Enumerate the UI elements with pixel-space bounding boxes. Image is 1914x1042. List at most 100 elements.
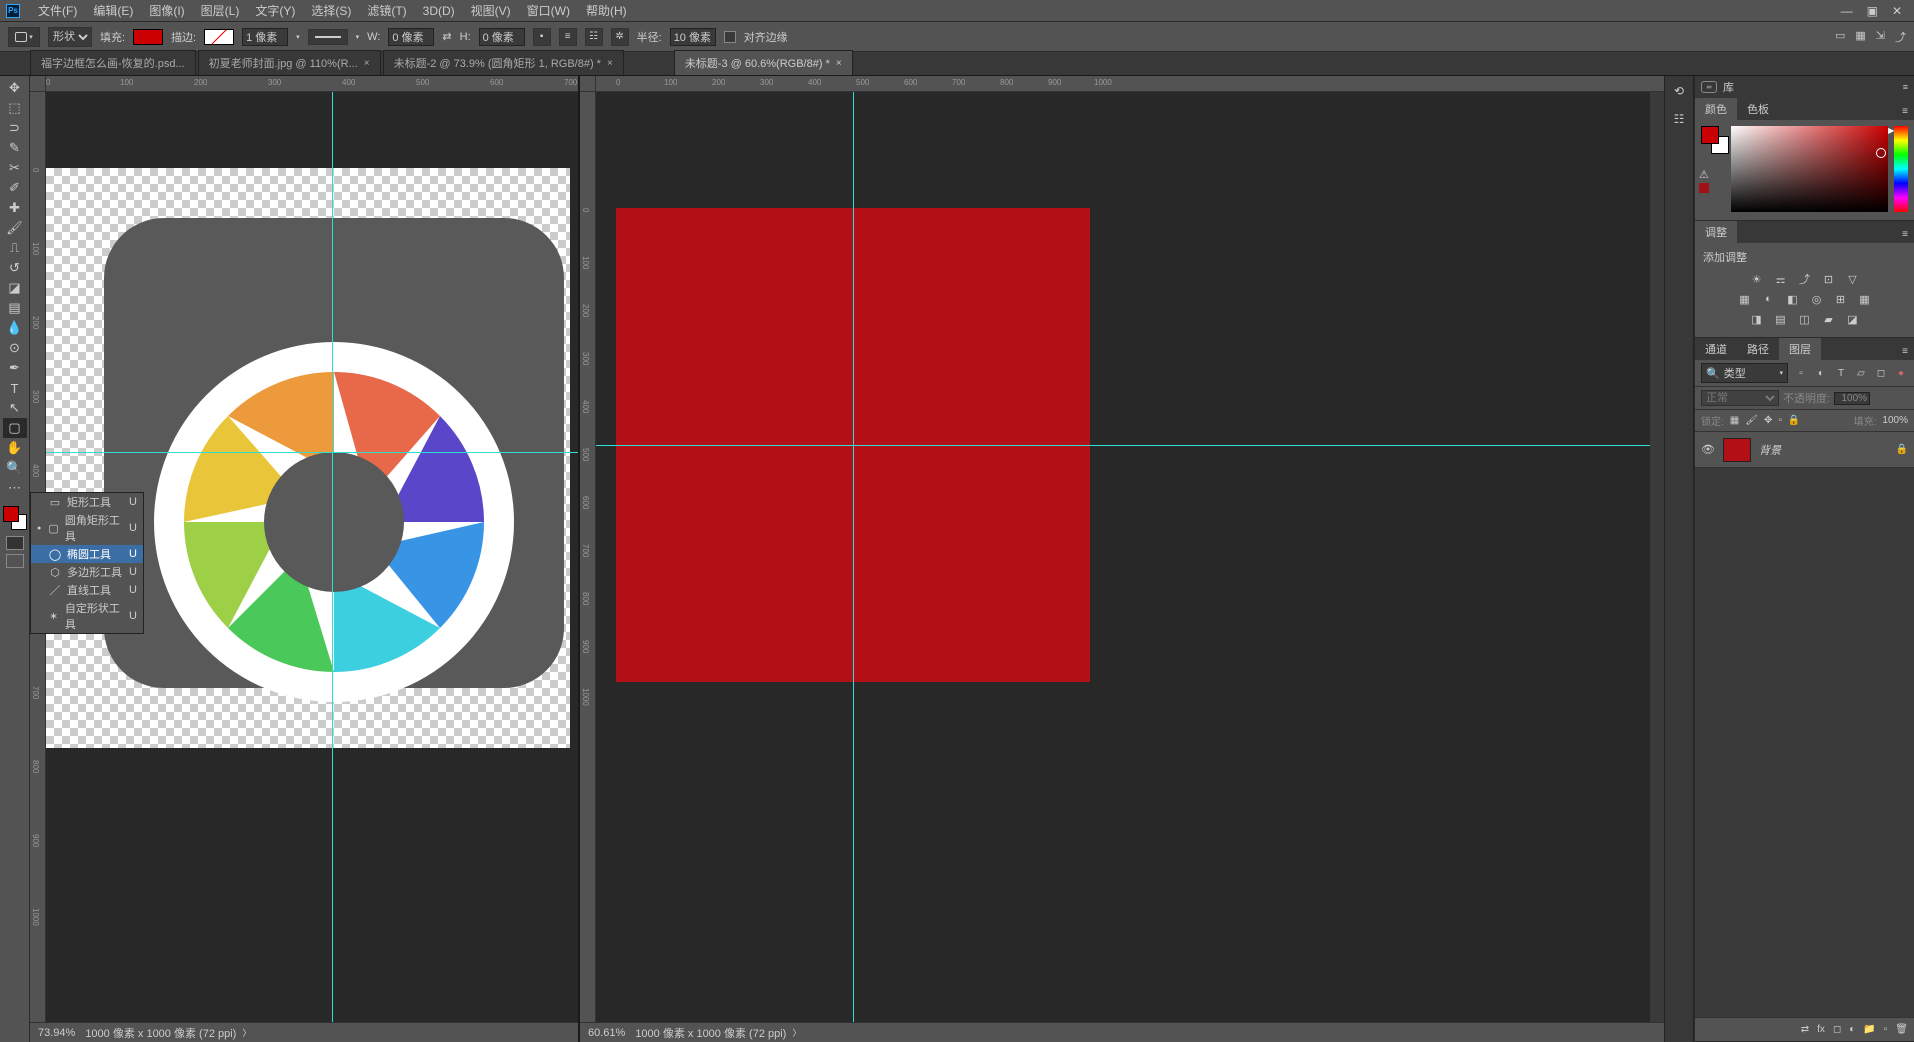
doc-tab-0[interactable]: 福字边框怎么画-恢复的.psd... xyxy=(30,50,196,75)
ruler-horizontal[interactable]: 0 100 200 300 400 500 600 700 800 900 10… xyxy=(596,76,1664,92)
flyout-rectangle-tool[interactable]: ▭矩形工具U xyxy=(31,493,143,511)
guide-vertical[interactable] xyxy=(853,92,854,1022)
color-swatches[interactable] xyxy=(3,506,27,530)
properties-panel-icon[interactable]: ☷ xyxy=(1670,110,1688,128)
chevron-right-icon[interactable]: 〉 xyxy=(792,1026,801,1039)
lasso-tool[interactable]: ⊃ xyxy=(3,118,27,138)
color-balance-icon[interactable]: ◐ xyxy=(1760,291,1778,307)
close-icon[interactable]: × xyxy=(364,58,370,69)
type-tool[interactable]: T xyxy=(3,378,27,398)
window-minimize-icon[interactable]: — xyxy=(1841,4,1853,18)
pen-tool[interactable]: ✒ xyxy=(3,358,27,378)
exposure-icon[interactable]: ⊡ xyxy=(1820,271,1838,287)
menu-edit[interactable]: 编辑(E) xyxy=(85,2,141,19)
hue-slider[interactable]: ▶ xyxy=(1894,126,1908,212)
fill-opacity-input[interactable]: 100% xyxy=(1882,415,1908,426)
history-panel-icon[interactable]: ⟲ xyxy=(1670,82,1688,100)
path-select-tool[interactable]: ↖ xyxy=(3,398,27,418)
layer-thumbnail[interactable] xyxy=(1723,438,1751,462)
canvas-right[interactable]: 0 100 200 300 400 500 600 700 800 900 10… xyxy=(580,76,1664,1042)
menu-window[interactable]: 窗口(W) xyxy=(519,2,578,19)
layer-name[interactable]: 背景 xyxy=(1759,442,1888,458)
posterize-icon[interactable]: ▤ xyxy=(1772,311,1790,327)
link-wh-icon[interactable]: ⇄ xyxy=(442,30,451,43)
zoom-value[interactable]: 60.61% xyxy=(588,1027,625,1039)
foreground-color[interactable] xyxy=(3,506,19,522)
flyout-line-tool[interactable]: ／直线工具U xyxy=(31,581,143,599)
zoom-value[interactable]: 73.94% xyxy=(38,1027,75,1039)
quick-select-tool[interactable]: ✎ xyxy=(3,138,27,158)
fill-color-button[interactable] xyxy=(133,29,163,45)
doc-tab-2[interactable]: 未标题-2 @ 73.9% (圆角矩形 1, RGB/8#) *× xyxy=(383,50,624,75)
menu-help[interactable]: 帮助(H) xyxy=(578,2,635,19)
photo-filter-icon[interactable]: ◎ xyxy=(1808,291,1826,307)
gradient-map-icon[interactable]: ▰ xyxy=(1820,311,1838,327)
invert-icon[interactable]: ◨ xyxy=(1748,311,1766,327)
adjustments-tab[interactable]: 调整 xyxy=(1695,221,1737,243)
path-options-button[interactable]: ✲ xyxy=(611,28,629,46)
quick-mask-button[interactable] xyxy=(6,536,24,550)
close-icon[interactable]: × xyxy=(607,58,613,69)
brightness-icon[interactable]: ☀ xyxy=(1748,271,1766,287)
flyout-polygon-tool[interactable]: ⬡多边形工具U xyxy=(31,563,143,581)
stroke-width-input[interactable] xyxy=(242,28,288,46)
screen-mode-button[interactable] xyxy=(6,554,24,568)
link-layers-icon[interactable]: ⇄ xyxy=(1801,1024,1809,1035)
history-brush-tool[interactable]: ↺ xyxy=(3,258,27,278)
delete-layer-icon[interactable]: 🗑 xyxy=(1895,1024,1908,1035)
width-input[interactable] xyxy=(388,28,434,46)
path-align-button[interactable]: ≡ xyxy=(559,28,577,46)
stamp-tool[interactable]: ⎍ xyxy=(3,238,27,258)
zoom-tool[interactable]: 🔍 xyxy=(3,458,27,478)
crop-tool[interactable]: ✂ xyxy=(3,158,27,178)
eyedropper-tool[interactable]: ✐ xyxy=(3,178,27,198)
edit-toolbar[interactable]: ⋯ xyxy=(3,478,27,498)
new-layer-icon[interactable]: ▫ xyxy=(1884,1024,1888,1035)
arrange-icon[interactable]: ⇲ xyxy=(1876,29,1885,45)
filter-smart-icon[interactable]: ◻ xyxy=(1874,366,1888,380)
tool-preset-button[interactable]: ▾ xyxy=(8,27,40,47)
window-close-icon[interactable]: ✕ xyxy=(1892,4,1902,18)
filter-toggle-icon[interactable]: ● xyxy=(1894,366,1908,380)
shape-mode-select[interactable]: 形状 xyxy=(48,27,92,47)
shape-tool[interactable]: ▢ xyxy=(3,418,27,438)
filter-adjust-icon[interactable]: ◐ xyxy=(1814,366,1828,380)
ruler-vertical[interactable]: 0 100 200 300 400 500 600 700 800 900 10… xyxy=(580,92,596,1022)
group-icon[interactable]: 📁 xyxy=(1863,1024,1875,1035)
align-edges-checkbox[interactable] xyxy=(724,31,736,43)
vibrance-icon[interactable]: ▽ xyxy=(1844,271,1862,287)
library-tab[interactable]: 库 xyxy=(1723,79,1734,95)
ruler-horizontal[interactable]: 0 100 200 300 400 500 600 700 xyxy=(46,76,578,92)
filter-type-icon[interactable]: T xyxy=(1834,366,1848,380)
channels-tab[interactable]: 通道 xyxy=(1695,338,1737,360)
menu-layer[interactable]: 图层(L) xyxy=(193,2,248,19)
path-arrange-button[interactable]: ☷ xyxy=(585,28,603,46)
doc-info[interactable]: 1000 像素 x 1000 像素 (72 ppi) xyxy=(635,1025,786,1041)
stroke-style-button[interactable] xyxy=(308,29,348,45)
stroke-color-button[interactable] xyxy=(204,29,234,45)
flyout-custom-shape-tool[interactable]: ✶自定形状工具U xyxy=(31,599,143,633)
filter-pixel-icon[interactable]: ▫ xyxy=(1794,366,1808,380)
menu-filter[interactable]: 滤镜(T) xyxy=(359,2,414,19)
height-input[interactable] xyxy=(479,28,525,46)
lock-transparency-icon[interactable]: ▦ xyxy=(1730,415,1739,426)
menu-3d[interactable]: 3D(D) xyxy=(415,4,463,18)
panel-menu-icon[interactable]: ≡ xyxy=(1896,343,1914,360)
dodge-tool[interactable]: ⊙ xyxy=(3,338,27,358)
guide-horizontal[interactable] xyxy=(596,445,1664,446)
lock-icon[interactable]: 🔒 xyxy=(1896,444,1908,455)
gamut-warning-icon[interactable]: ⚠ xyxy=(1699,168,1709,193)
gradient-tool[interactable]: ▤ xyxy=(3,298,27,318)
close-icon[interactable]: × xyxy=(836,58,842,69)
menu-type[interactable]: 文字(Y) xyxy=(247,2,303,19)
visibility-icon[interactable]: 👁 xyxy=(1701,443,1715,456)
flyout-ellipse-tool[interactable]: ◯椭圆工具U xyxy=(31,545,143,563)
menu-view[interactable]: 视图(V) xyxy=(463,2,519,19)
doc-tab-1[interactable]: 初夏老师封面.jpg @ 110%(R...× xyxy=(198,50,381,75)
color-lookup-icon[interactable]: ▦ xyxy=(1856,291,1874,307)
panel-menu-icon[interactable]: ≡ xyxy=(1896,226,1914,243)
threshold-icon[interactable]: ◫ xyxy=(1796,311,1814,327)
color-field[interactable] xyxy=(1731,126,1888,212)
chevron-right-icon[interactable]: 〉 xyxy=(242,1026,251,1039)
hue-icon[interactable]: ▦ xyxy=(1736,291,1754,307)
